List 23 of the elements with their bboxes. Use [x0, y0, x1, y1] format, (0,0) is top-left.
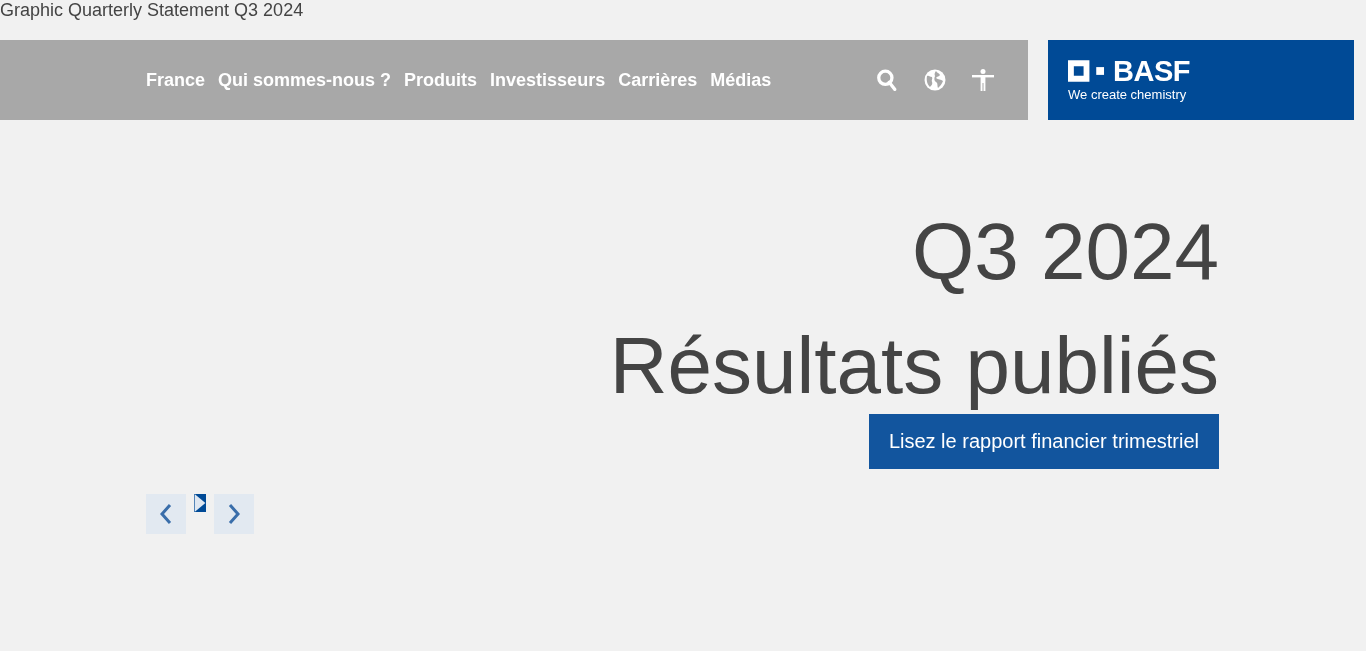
nav-link[interactable]: Qui sommes-nous ?: [218, 69, 392, 91]
quarter-heading: Q3 2024: [912, 206, 1219, 298]
squares-icon: [1068, 59, 1105, 82]
logo-wordmark: BASF: [1113, 58, 1190, 83]
search-icon[interactable]: [876, 69, 899, 91]
globe-icon[interactable]: [924, 69, 947, 91]
play-button[interactable]: [194, 494, 206, 512]
chevron-right-icon: [228, 503, 240, 525]
hero-headline: Résultats publiés: [609, 320, 1219, 412]
nav-link[interactable]: Médias: [710, 69, 772, 91]
logo-panel[interactable]: BASF We create chemistry: [1048, 40, 1354, 120]
person-icon[interactable]: [972, 69, 995, 91]
report-button[interactable]: Lisez le rapport financier trimestriel: [868, 414, 1219, 469]
nav-link[interactable]: France: [146, 69, 206, 91]
nav-link[interactable]: Produits: [404, 69, 478, 91]
logo-tagline: We create chemistry: [1068, 86, 1187, 102]
play-icon: [194, 494, 206, 512]
nav-link[interactable]: Carrières: [618, 69, 698, 91]
chevron-left-icon: [160, 503, 172, 525]
next-button[interactable]: [214, 494, 254, 534]
page-title: Graphic Quarterly Statement Q3 2024: [0, 0, 304, 20]
previous-button[interactable]: [146, 494, 186, 534]
nav-link[interactable]: Investisseurs: [490, 69, 606, 91]
